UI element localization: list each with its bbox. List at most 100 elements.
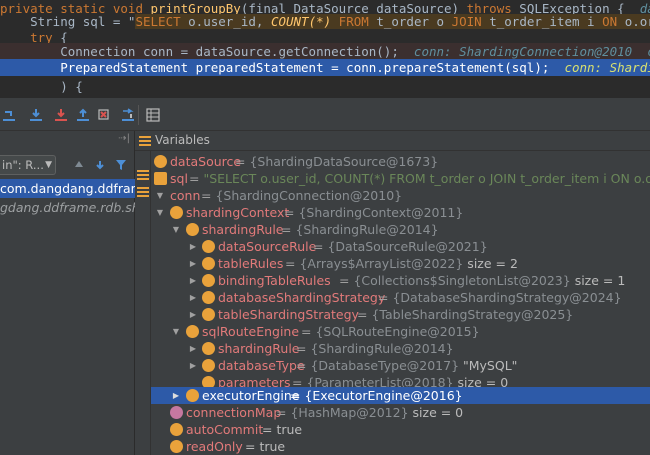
variable-row-executorengine-selected[interactable]: ▶ executorEngine = {ExecutorEngine@2016} [151,387,650,404]
step-out-icon[interactable] [74,106,92,124]
variable-row-tableshardingstrategy[interactable]: ▶ tableShardingStrategy = {TableSharding… [151,306,650,323]
variable-value: = {ShardingRule@2014} [281,222,439,237]
variable-value: = {DataSourceRule@2021} [313,239,488,254]
field-icon [202,308,215,321]
field-icon [186,325,199,338]
sql-text: t_order o [368,14,452,29]
expand-arrow-icon[interactable]: ▶ [188,238,198,255]
variable-row-autocommit[interactable]: autoCommit = true [151,421,650,438]
stack-frame-selected[interactable]: com.dangdang.ddframe [0,179,135,198]
variable-value: = {DatabaseShardingStrategy@2024} [378,290,622,305]
collapse-arrow-icon[interactable]: ▼ [171,323,181,340]
variable-row-connectionmap[interactable]: connectionMap = {HashMap@2012} size = 0 [151,404,650,421]
field-icon [170,423,183,436]
sql-keyword: FROM [331,14,369,29]
collapse-arrow-icon[interactable]: ▼ [171,221,181,238]
variable-row-sql[interactable]: sql = "SELECT o.user_id, COUNT(*) FROM t… [151,170,650,187]
stack-frame[interactable]: gdang.ddframe.rdb.sha [0,198,135,217]
field-icon [202,291,215,304]
code-editor[interactable]: private static void printGroupBy(final D… [0,0,650,97]
step-into-icon[interactable] [27,106,45,124]
list-icon[interactable] [137,169,149,181]
variable-row-sqlrouteengine[interactable]: ▼ sqlRouteEngine = {SQLRouteEngine@2015} [151,323,650,340]
field-icon [202,257,215,270]
code-text: ) { [0,79,83,94]
variable-value: = {ShardingRule@2014} [296,341,454,356]
sql-keyword: ON [602,14,618,29]
variable-row-databaseshardingstrategy[interactable]: ▶ databaseShardingStrategy = {DatabaseSh… [151,289,650,306]
expand-arrow-icon[interactable]: ▶ [188,289,198,306]
field-icon [170,206,183,219]
variable-value: = {HashMap@2012} size = 0 [276,405,464,420]
variable-row-readonly[interactable]: readOnly = true [151,438,650,455]
expand-arrow-icon[interactable]: ▶ [188,357,198,374]
list-icon[interactable] [137,186,149,198]
variable-value: = {ShardingContext@2011} [284,205,464,220]
variable-name: databaseType [218,358,305,373]
field-icon [170,406,183,419]
thread-select[interactable]: in": R... ▼ [0,155,56,175]
variable-name: tableShardingStrategy [218,307,359,322]
evaluate-expression-icon[interactable] [144,106,162,124]
code-line-6[interactable]: ) { [0,78,650,95]
variable-name: dataSourceRule [218,239,317,254]
code-text: Connection conn = dataSource.getConnecti… [0,44,414,59]
variables-sidebar [135,151,151,455]
variable-row-shardingcontext[interactable]: ▼ shardingContext = {ShardingContext@201… [151,204,650,221]
variable-row-bindingtablerules[interactable]: ▶ bindingTableRules = {Collections$Singl… [151,272,650,289]
sql-function: COUNT(*) [270,14,332,29]
expand-arrow-icon[interactable]: ▶ [188,255,198,272]
expand-arrow-icon[interactable]: ▶ [171,387,181,404]
variable-value: = true [262,422,303,437]
code-line-2[interactable]: String sql = "SELECT o.user_id, COUNT(*)… [0,13,650,30]
collapse-arrow-icon[interactable]: ▼ [155,187,165,204]
filter-icon[interactable] [114,158,128,172]
variable-name: tableRules [218,256,284,271]
variables-list-icon [139,136,151,146]
toolbar-separator [138,105,139,125]
step-over-icon[interactable] [0,106,18,124]
sql-keyword: SELECT [135,14,181,29]
variable-row-databasetype[interactable]: ▶ databaseType = {DatabaseType@2017} "My… [151,357,650,374]
variable-row-shardingrule[interactable]: ▼ shardingRule = {ShardingRule@2014} [151,221,650,238]
variable-name: connectionMap [186,405,282,420]
thread-selector-bar: in": R... ▼ [0,153,135,177]
force-step-into-icon[interactable] [52,106,70,124]
next-frame-icon[interactable] [93,158,107,172]
variable-name: executorEngine [202,388,300,403]
code-line-current[interactable]: PreparedStatement preparedStatement = co… [0,59,650,76]
variable-row-conn[interactable]: ▼ conn = {ShardingConnection@2010} [151,187,650,204]
thread-select-label: in": R... [2,158,44,172]
collapse-arrow-icon[interactable]: ▼ [155,204,165,221]
field-icon [186,389,199,402]
sql-keyword: JOIN [451,14,482,29]
code-line-4[interactable]: Connection conn = dataSource.getConnecti… [0,43,650,60]
run-to-cursor-icon[interactable] [119,106,137,124]
variable-row-shardingrule-2[interactable]: ▶ shardingRule = {ShardingRule@2014} [151,340,650,357]
variable-value: = {TableShardingStrategy@2025} [357,307,574,322]
variable-value: = {ExecutorEngine@2016} [290,388,463,403]
field-icon [170,440,183,453]
drop-frame-icon[interactable] [95,106,113,124]
pin-icon[interactable]: ⇢| [118,133,130,144]
variable-row-datasourcerule[interactable]: ▶ dataSourceRule = {DataSourceRule@2021} [151,238,650,255]
variable-row-datasource[interactable]: dataSource = {ShardingDataSource@1673} [151,153,650,170]
variable-value: = {Collections$SingletonList@2023} size … [339,273,626,288]
expand-arrow-icon[interactable]: ▶ [188,340,198,357]
frames-header: ⇢| [0,131,134,148]
variable-row-tablerules[interactable]: ▶ tableRules = {Arrays$ArrayList@2022} s… [151,255,650,272]
expand-arrow-icon[interactable]: ▶ [188,306,198,323]
variable-name: conn [170,188,201,203]
variable-name: bindingTableRules [218,273,331,288]
variable-name: sql [170,171,188,186]
expand-arrow-icon[interactable]: ▶ [188,272,198,289]
inline-value-hint: conn: Shardin [564,60,650,75]
previous-frame-icon[interactable] [72,158,86,172]
inline-value-hint: conn: ShardingConnection@2010 c [413,44,650,59]
variable-name: databaseShardingStrategy [218,290,386,305]
field-icon [202,240,215,253]
variable-value: = {ShardingDataSource@1673} [235,154,439,169]
variable-name: shardingContext [186,205,290,220]
variable-name: dataSource [170,154,242,169]
variable-value: = {Arrays$ArrayList@2022} size = 2 [285,256,518,271]
